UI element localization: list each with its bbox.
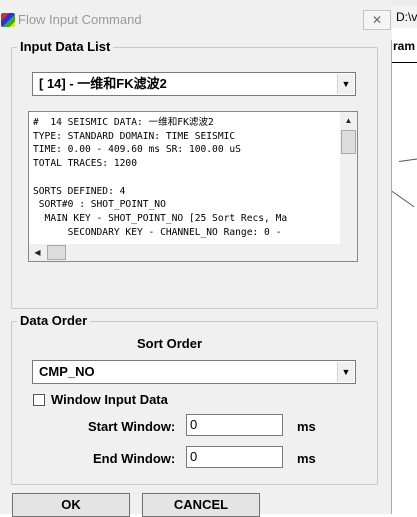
background-flow-line	[398, 158, 417, 162]
start-window-label: Start Window:	[88, 419, 176, 434]
start-window-value: 0	[190, 417, 198, 432]
input-data-list-legend: Input Data List	[17, 39, 114, 55]
scroll-left-icon[interactable]: ◀	[29, 244, 46, 261]
end-window-input[interactable]: 0	[186, 446, 283, 468]
dataset-select[interactable]: [ 14] - 一维和FK滤波2 ▼	[32, 72, 356, 96]
start-window-input[interactable]: 0	[186, 414, 283, 436]
start-window-unit: ms	[297, 419, 316, 434]
background-window: D:\v ram	[387, 0, 417, 514]
chevron-down-icon[interactable]: ▼	[337, 362, 354, 382]
window-input-label[interactable]: Window Input Data	[51, 392, 168, 408]
ok-button[interactable]: OK	[12, 493, 130, 517]
end-window-unit: ms	[297, 451, 316, 466]
cancel-button[interactable]: CANCEL	[142, 493, 260, 517]
end-window-label: End Window:	[93, 451, 176, 466]
background-window-heading: ram	[393, 39, 416, 53]
dataset-details-text: # 14 SEISMIC DATA: 一维和FK滤波2 TYPE: STANDA…	[33, 117, 288, 261]
scroll-up-icon[interactable]: ▲	[340, 112, 357, 129]
horizontal-scrollbar[interactable]: ◀	[29, 244, 340, 261]
window-input-checkbox[interactable]	[33, 394, 45, 406]
end-window-value: 0	[190, 449, 198, 464]
close-button[interactable]: ✕	[363, 10, 391, 30]
flow-input-dialog: Flow Input Command ✕ Input Data List [ 1…	[0, 0, 392, 517]
dialog-title: Flow Input Command	[18, 12, 142, 27]
dialog-titlebar[interactable]: Flow Input Command ✕	[0, 0, 392, 40]
background-window-divider	[390, 62, 417, 63]
data-order-legend: Data Order	[17, 313, 91, 329]
sort-order-select[interactable]: CMP_NO ▼	[32, 360, 356, 384]
close-icon: ✕	[371, 13, 383, 27]
scrollbar-corner	[340, 244, 357, 261]
vertical-scroll-thumb[interactable]	[341, 130, 356, 154]
vertical-scrollbar[interactable]: ▲ ▼	[340, 112, 357, 261]
sort-order-value: CMP_NO	[39, 364, 95, 379]
dataset-select-value: [ 14] - 一维和FK滤波2	[39, 76, 167, 91]
horizontal-scroll-thumb[interactable]	[47, 245, 66, 260]
dataset-details-textbox[interactable]: # 14 SEISMIC DATA: 一维和FK滤波2 TYPE: STANDA…	[28, 111, 358, 262]
chevron-down-icon[interactable]: ▼	[337, 74, 354, 94]
sort-order-label: Sort Order	[137, 336, 203, 351]
app-icon	[1, 13, 15, 27]
background-window-tab[interactable]: D:\v	[390, 6, 417, 28]
